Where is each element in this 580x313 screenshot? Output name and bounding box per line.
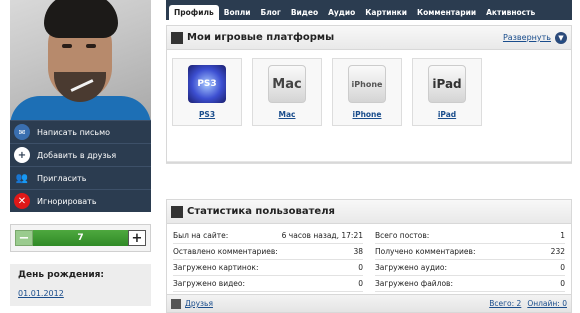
- platforms-header: Мои игровые платформы Развернуть ▼: [167, 26, 571, 50]
- tab-pictures[interactable]: Картинки: [360, 5, 412, 20]
- friends-total-link[interactable]: Всего: 2: [489, 299, 521, 308]
- pencil-icon: [171, 205, 183, 218]
- tab-shouts[interactable]: Вопли: [219, 5, 256, 20]
- stat-label: Загружено аудио:: [375, 263, 448, 272]
- stat-row: Загружено аудио: 0: [375, 260, 565, 276]
- stat-label: Был на сайте:: [173, 231, 229, 240]
- stat-value: 1: [560, 231, 565, 240]
- platform-mac[interactable]: Mac Mac: [252, 58, 322, 126]
- add-friend-button[interactable]: + Добавить в друзья: [10, 143, 151, 166]
- stat-value: 38: [353, 247, 363, 256]
- profile-tabs: Профиль Вопли Блог Видео Аудио Картинки …: [166, 0, 572, 20]
- stats-grid: Был на сайте: 6 часов назад, 17:21 Всего…: [167, 224, 571, 294]
- stat-value: 0: [358, 279, 363, 288]
- stat-label: Получено комментариев:: [375, 247, 476, 256]
- plus-icon: +: [14, 147, 30, 163]
- stat-row: Всего постов: 1: [375, 228, 565, 244]
- platform-label[interactable]: Mac: [279, 110, 296, 119]
- invite-label: Пригласить: [37, 173, 87, 183]
- avatar-eye: [62, 44, 72, 48]
- stat-label: Загружено видео:: [173, 279, 246, 288]
- rating-minus-button[interactable]: −: [15, 230, 33, 246]
- friends-online-link[interactable]: Онлайн: 0: [527, 299, 567, 308]
- platform-label[interactable]: iPad: [438, 110, 456, 119]
- stat-value: 0: [358, 263, 363, 272]
- profile-main: Профиль Вопли Блог Видео Аудио Картинки …: [166, 0, 572, 313]
- platform-label[interactable]: iPhone: [353, 110, 382, 119]
- stat-row: Загружено видео: 0: [173, 276, 363, 292]
- platform-ps3[interactable]: PS3 PS3: [172, 58, 242, 126]
- platform-label[interactable]: PS3: [199, 110, 215, 119]
- stat-label: Всего постов:: [375, 231, 430, 240]
- stats-panel: Статистика пользователя Был на сайте: 6 …: [166, 199, 572, 313]
- platforms-title: Мои игровые платформы: [187, 32, 335, 43]
- stat-row: Загружено картинок: 0: [173, 260, 363, 276]
- tab-blog[interactable]: Блог: [256, 5, 286, 20]
- stat-value: 0: [560, 263, 565, 272]
- rating-plus-button[interactable]: +: [128, 230, 146, 246]
- platforms-panel: Мои игровые платформы Развернуть ▼ PS3 P…: [166, 25, 572, 163]
- iphone-logo-icon: iPhone: [348, 65, 386, 103]
- invite-icon: 👥: [15, 172, 29, 184]
- stat-label: Загружено файлов:: [375, 279, 454, 288]
- profile-sidebar: ✉ Написать письмо + Добавить в друзья 👥 …: [10, 0, 151, 306]
- platform-iphone[interactable]: iPhone iPhone: [332, 58, 402, 126]
- ipad-logo-icon: iPad: [428, 65, 466, 103]
- platform-ipad[interactable]: iPad iPad: [412, 58, 482, 126]
- stat-value: 0: [560, 279, 565, 288]
- tab-comments[interactable]: Комментарии: [412, 5, 481, 20]
- stat-row: Загружено файлов: 0: [375, 276, 565, 292]
- avatar-eye: [86, 44, 96, 48]
- stats-title: Статистика пользователя: [187, 206, 335, 217]
- invite-button[interactable]: 👥 Пригласить: [10, 166, 151, 189]
- platforms-list: PS3 PS3 Mac Mac iPhone iPhone iPad iPad: [167, 50, 571, 162]
- profile-actions: ✉ Написать письмо + Добавить в друзья 👥 …: [10, 120, 151, 212]
- stat-row: Оставлено комментариев: 38: [173, 244, 363, 260]
- add-friend-label: Добавить в друзья: [37, 150, 117, 160]
- tab-audio[interactable]: Аудио: [323, 5, 360, 20]
- stats-header: Статистика пользователя: [167, 200, 571, 224]
- stat-label: Оставлено комментариев:: [173, 247, 278, 256]
- friends-link[interactable]: Друзья: [185, 299, 213, 308]
- avatar: [10, 0, 151, 120]
- friends-icon: [171, 298, 181, 309]
- tab-activity[interactable]: Активность: [481, 5, 540, 20]
- panel-divider: [166, 163, 572, 199]
- ignore-label: Игнорировать: [37, 196, 97, 206]
- rating-widget: − 7 +: [10, 224, 151, 252]
- avatar-hair: [44, 0, 118, 38]
- stat-row: Получено комментариев: 232: [375, 244, 565, 260]
- send-message-button[interactable]: ✉ Написать письмо: [10, 120, 151, 143]
- expand-button[interactable]: Развернуть ▼: [502, 31, 567, 44]
- friends-footer: Друзья Всего: 2 Онлайн: 0: [167, 294, 571, 312]
- ignore-button[interactable]: ✕ Игнорировать: [10, 189, 151, 212]
- tab-video[interactable]: Видео: [286, 5, 323, 20]
- mail-icon: ✉: [14, 124, 30, 140]
- chevron-down-icon: ▼: [555, 31, 567, 44]
- birthday-date-link[interactable]: 01.01.2012: [18, 289, 143, 298]
- stat-label: Загружено картинок:: [173, 263, 259, 272]
- tab-profile[interactable]: Профиль: [169, 5, 219, 20]
- stat-value: 6 часов назад, 17:21: [281, 231, 363, 240]
- gamepad-icon: [171, 31, 183, 44]
- birthday-heading: День рождения:: [18, 270, 105, 280]
- block-icon: ✕: [14, 193, 30, 209]
- mac-logo-icon: Mac: [268, 65, 306, 103]
- stat-value: 232: [550, 247, 565, 256]
- send-message-label: Написать письмо: [37, 127, 111, 137]
- ps3-logo-icon: PS3: [188, 65, 226, 103]
- expand-label: Развернуть: [502, 33, 551, 42]
- rating-value: 7: [33, 230, 128, 246]
- stat-row: Был на сайте: 6 часов назад, 17:21: [173, 228, 363, 244]
